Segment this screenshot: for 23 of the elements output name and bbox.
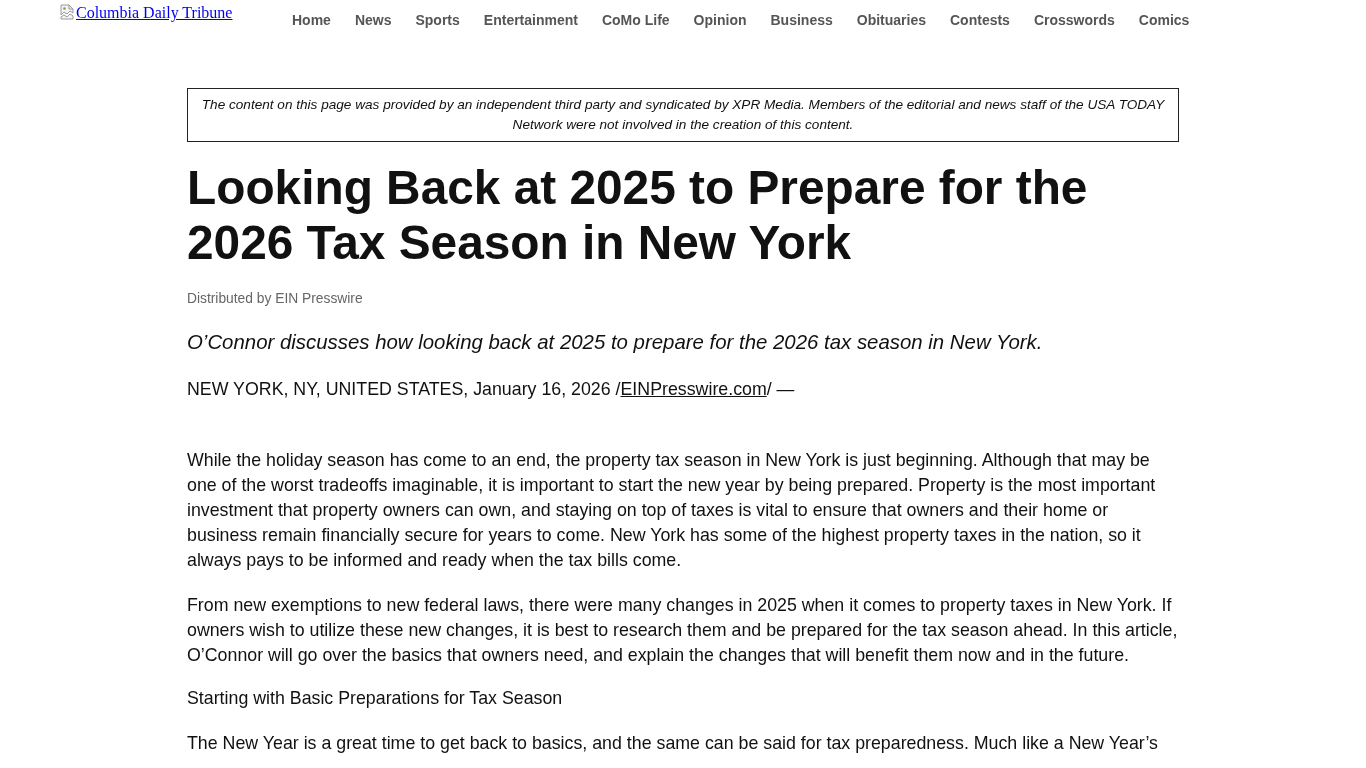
nav-link[interactable]: Obituaries xyxy=(856,11,926,29)
nav-link[interactable]: Home xyxy=(292,11,331,29)
nav-link[interactable]: Sports xyxy=(415,11,460,29)
article-byline: Distributed by EIN Presswire xyxy=(187,290,364,308)
section-heading: Starting with Basic Preparations for Tax Season xyxy=(187,687,564,710)
nav-link[interactable]: Entertainment xyxy=(483,11,578,29)
source-link[interactable]: EINPresswire.com xyxy=(620,379,767,399)
article-paragraph: The New Year is a great time to get back to basics, and the same can be said for tax preparedness. Much like a New Year’s xyxy=(187,732,1159,755)
nav-link[interactable]: Comics xyxy=(1138,11,1190,29)
logo-link[interactable]: Columbia Daily Tribune xyxy=(60,4,232,22)
nav-link[interactable]: Business xyxy=(770,11,833,29)
article-title: Looking Back at 2025 to Prepare for the 2026 Tax Season in New York xyxy=(187,160,1089,270)
article-paragraph: While the holiday season has come to an end, the property tax season in New York is just beginning. Although that may be one of the worst tradeoffs imaginable, it is important to start the new year by being prepared. Property is the most important investment that property owners can own, and staying on top of taxes is vital to ensure that owners and their home or business remain financially secure for years to come. New York has some of the highest property taxes in the nation, so it always pays to be informed and ready when the tax bills come. xyxy=(187,449,1157,572)
broken-image-icon xyxy=(60,4,74,20)
article-paragraph: From new exemptions to new federal laws, there were many changes in 2025 when it comes to property taxes in New York. If owners wish to utilize these new changes, it is best to research them and be prepared for the tax season ahead. In this article, O’Connor will go over the basics that owners need, and explain the changes that will benefit them now and in the future. xyxy=(187,594,1179,667)
nav-link[interactable]: Contests xyxy=(950,11,1010,29)
disclaimer-notice: The content on this page was provided by an independent third party and syndicated by XPR Media. Members of the editorial and news staff of the USA TODAY Network were not involved in the creation of this content. xyxy=(187,88,1179,142)
nav-link[interactable]: Opinion xyxy=(693,11,747,29)
nav-link[interactable]: News xyxy=(354,11,392,29)
nav-link[interactable]: CoMo Life xyxy=(601,11,670,29)
article-summary: O’Connor discusses how looking back at 2025 to prepare for the 2026 tax season in New York. xyxy=(187,330,1044,355)
nav-link[interactable]: Crosswords xyxy=(1033,11,1115,29)
article-dateline: NEW YORK, NY, UNITED STATES, January 16, 2026 /EINPresswire.com/ — xyxy=(187,378,796,401)
